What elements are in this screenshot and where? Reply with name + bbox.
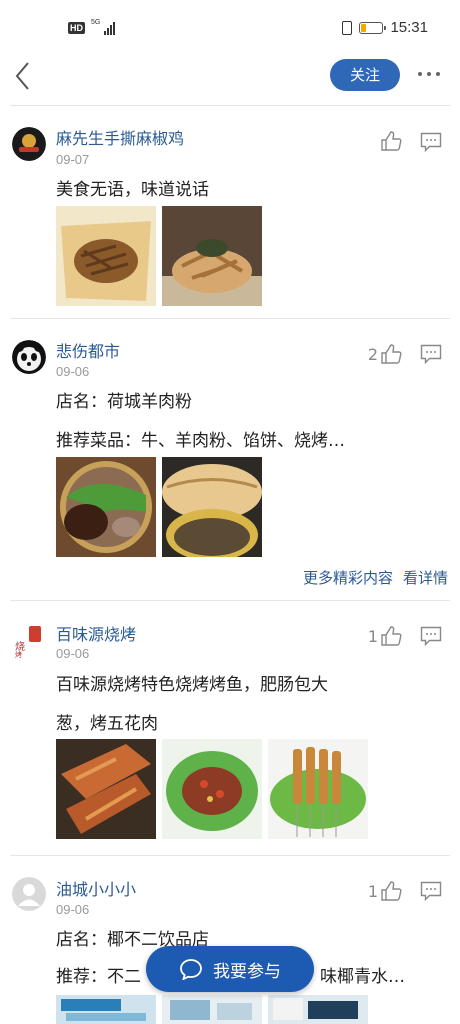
more-content-link[interactable]: 更多精彩内容 (303, 567, 393, 588)
signal-icon (104, 21, 116, 35)
top-nav: 关注 (0, 58, 460, 104)
food-photo[interactable] (162, 206, 262, 306)
post-date: 09-06 (56, 364, 90, 379)
food-photo[interactable] (162, 457, 262, 557)
post-date: 09-06 (56, 902, 90, 917)
avatar[interactable] (12, 877, 46, 911)
like-button[interactable]: 1 (368, 626, 402, 646)
join-button-label: 我要参与 (213, 961, 281, 982)
post-text: 美食无语，味道说话 (56, 180, 209, 200)
drink-photo[interactable] (162, 995, 262, 1024)
thumbs-up-icon (381, 881, 402, 901)
join-button[interactable]: 我要参与 (146, 946, 314, 992)
follow-button[interactable]: 关注 (330, 59, 400, 91)
network-type: 5G (91, 18, 101, 26)
divider (10, 855, 450, 856)
more-dots-icon[interactable] (418, 72, 440, 76)
like-count: 1 (367, 626, 378, 646)
post-text: 葱，烤五花肉 (56, 714, 158, 734)
username[interactable]: 麻先生手撕麻椒鸡 (56, 125, 184, 149)
hd-badge: HD (68, 22, 85, 34)
divider (10, 600, 450, 601)
food-photo[interactable] (56, 206, 156, 306)
comment-icon[interactable] (420, 626, 442, 646)
photo-grid (56, 995, 368, 1024)
photo-grid (56, 206, 262, 306)
post-text: 百味源烧烤特色烧烤烤鱼，肥肠包大 (56, 675, 328, 695)
thumbs-up-icon (381, 344, 402, 364)
post-text: 店名：荷城羊肉粉 (56, 392, 192, 412)
like-button[interactable]: 1 (368, 881, 402, 901)
status-bar: HD 5G 15:31 (0, 0, 460, 58)
drink-photo[interactable] (56, 995, 156, 1024)
drink-photo[interactable] (268, 995, 368, 1024)
avatar[interactable] (12, 340, 46, 374)
comment-icon[interactable] (420, 132, 442, 152)
username[interactable]: 油城小小小 (56, 876, 136, 900)
food-photo[interactable] (56, 739, 156, 839)
vibrate-icon (342, 20, 353, 35)
like-button[interactable]: 2 (368, 344, 402, 364)
username[interactable]: 百味源烧烤 (56, 621, 136, 645)
chat-bubble-icon (180, 959, 202, 980)
post-date: 09-07 (56, 152, 90, 167)
photo-grid (56, 457, 262, 557)
food-photo[interactable] (162, 739, 262, 839)
post-text: 推荐：不二 (56, 967, 141, 987)
food-photo[interactable] (56, 457, 156, 557)
back-chevron-icon[interactable] (12, 60, 38, 92)
comment-icon[interactable] (420, 881, 442, 901)
more-content-row: 更多精彩内容 看详情 (303, 567, 448, 588)
view-details-link[interactable]: 看详情 (403, 567, 448, 588)
like-count: 1 (367, 881, 378, 901)
photo-grid (56, 739, 368, 839)
like-count: 2 (367, 344, 378, 364)
avatar[interactable] (12, 127, 46, 161)
divider (10, 318, 450, 319)
username[interactable]: 悲伤都市 (56, 338, 120, 362)
divider (10, 105, 450, 106)
food-photo[interactable] (268, 739, 368, 839)
thumbs-up-icon (381, 131, 402, 151)
like-button[interactable] (378, 131, 402, 151)
battery-icon (359, 21, 387, 34)
post-text: 味椰青水… (320, 967, 405, 987)
avatar[interactable]: 烧烤 (12, 624, 46, 658)
svg-text:烤: 烤 (15, 650, 22, 658)
status-time: 15:31 (390, 19, 428, 36)
comment-icon[interactable] (420, 344, 442, 364)
post-date: 09-06 (56, 646, 90, 661)
post-text: 推荐菜品：牛、羊肉粉、馅饼、烧烤… (56, 431, 345, 451)
thumbs-up-icon (381, 626, 402, 646)
